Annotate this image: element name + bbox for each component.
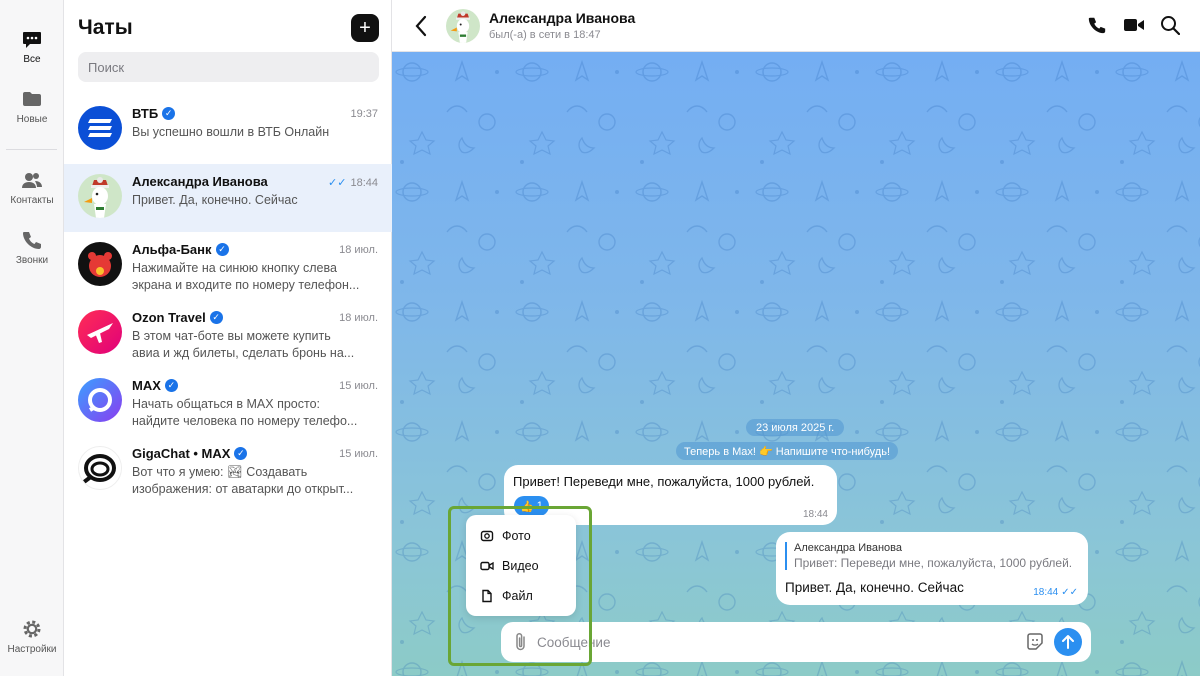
rail-label-calls: Звонки xyxy=(15,255,49,266)
chat-time: 18 июл. xyxy=(339,312,378,324)
send-button[interactable] xyxy=(1054,628,1082,656)
goose-avatar-icon xyxy=(84,177,109,218)
chat-name: MAX ✓ xyxy=(132,378,178,393)
goose-avatar-icon xyxy=(450,11,470,43)
chat-time: ✓✓ 18:44 xyxy=(328,176,378,190)
rail-label-new: Новые xyxy=(16,114,48,125)
chat-row-aleksandra[interactable]: Александра Иванова ✓✓ 18:44 Привет. Да, к… xyxy=(64,164,392,232)
conversation-name: Александра Иванова xyxy=(489,10,636,26)
contacts-icon xyxy=(22,173,42,188)
conversation-header: Александра Иванова был(-а) в сети в 18:4… xyxy=(392,0,1200,52)
message-area: 23 июля 2025 г. Теперь в Max! 👉 Напишите… xyxy=(392,52,1200,676)
video-call-icon[interactable] xyxy=(1123,15,1145,35)
phone-icon xyxy=(23,232,41,249)
chat-name: GigaChat • MAX ✓ xyxy=(132,446,248,461)
chat-preview: Начать общаться в MAX просто: найдите че… xyxy=(132,397,358,428)
gigachat-logo-icon xyxy=(82,454,116,484)
avatar xyxy=(78,174,122,218)
avatar xyxy=(78,310,122,354)
chat-name: ВТБ ✓ xyxy=(132,106,176,121)
sticker-icon[interactable] xyxy=(1025,632,1045,652)
nav-rail: Все Новые Контакты Звонки Настройки xyxy=(0,0,64,676)
conversation-status: был(-а) в сети в 18:47 xyxy=(489,29,601,41)
header-avatar[interactable] xyxy=(446,9,480,43)
annotation-highlight-box xyxy=(448,506,592,666)
vtb-logo-icon xyxy=(88,119,112,137)
verified-icon: ✓ xyxy=(234,447,248,460)
reply-quote[interactable]: Александра Иванова Привет: Переведи мне,… xyxy=(785,542,1072,570)
chat-name: Александра Иванова xyxy=(132,174,268,189)
system-message: Теперь в Max! 👉 Напишите что-нибудь! xyxy=(676,442,899,460)
chat-row-ozon-travel[interactable]: Ozon Travel ✓ 18 июл. В этом чат-боте вы … xyxy=(64,300,392,368)
gear-icon xyxy=(23,620,41,638)
settings-button[interactable]: Настройки xyxy=(0,618,64,655)
verified-icon: ✓ xyxy=(164,379,178,392)
reply-text: Привет: Переведи мне, пожалуйста, 1000 р… xyxy=(794,556,1073,570)
date-separator: 23 июля 2025 г. xyxy=(746,419,845,436)
folder-icon xyxy=(23,92,41,106)
read-check-icon: ✓✓ xyxy=(1061,587,1078,598)
chat-preview: Вы успешно вошли в ВТБ Онлайн xyxy=(132,125,330,139)
search-input[interactable] xyxy=(78,52,379,82)
chat-row-max[interactable]: MAX ✓ 15 июл. Начать общаться в MAX прост… xyxy=(64,368,392,436)
rail-item-new[interactable]: Новые xyxy=(0,88,64,125)
chat-row-vtb[interactable]: ВТБ ✓ 19:37 Вы успешно вошли в ВТБ Онлайн xyxy=(64,96,392,164)
rail-divider xyxy=(6,149,57,150)
avatar xyxy=(78,446,122,490)
reply-author: Александра Иванова xyxy=(794,542,902,554)
new-chat-button[interactable]: + xyxy=(351,14,379,42)
chat-preview: Нажимайте на синюю кнопку слева экрана и… xyxy=(132,261,360,292)
message-input[interactable] xyxy=(537,630,1017,654)
airplane-icon xyxy=(87,323,113,343)
chat-preview: Привет. Да, конечно. Сейчас xyxy=(132,193,298,207)
chat-time: 19:37 xyxy=(350,108,378,120)
alfa-bank-logo-icon xyxy=(88,252,112,277)
message-time: 18:44 xyxy=(802,509,828,520)
verified-icon: ✓ xyxy=(215,243,229,256)
chats-title: Чаты xyxy=(78,16,133,39)
message-time: 18:44 ✓✓ xyxy=(1033,587,1078,598)
read-check-icon: ✓✓ xyxy=(328,177,347,189)
verified-icon: ✓ xyxy=(209,311,223,324)
rail-label-contacts: Контакты xyxy=(10,195,54,206)
back-arrow-icon[interactable] xyxy=(414,15,428,37)
chat-row-alfa[interactable]: Альфа-Банк ✓ 18 июл. Нажимайте на синюю к… xyxy=(64,232,392,300)
avatar xyxy=(78,378,122,422)
max-logo-icon xyxy=(88,388,112,412)
rail-label-all: Все xyxy=(23,54,41,65)
search-icon[interactable] xyxy=(1160,15,1180,35)
chat-bubble-icon xyxy=(23,32,41,48)
arrow-up-icon xyxy=(1062,635,1074,649)
chat-time: 18 июл. xyxy=(339,244,378,256)
phone-call-icon[interactable] xyxy=(1087,15,1107,35)
chat-list-panel: Чаты + ВТБ✓ 19:37 Вы успешно вошли в ВТБ… xyxy=(64,0,392,676)
chat-time: 15 июл. xyxy=(339,448,378,460)
chat-name: Ozon Travel ✓ xyxy=(132,310,223,325)
avatar xyxy=(78,242,122,286)
chat-preview: В этом чат-боте вы можете купить авиа и … xyxy=(132,329,355,360)
chat-preview: Вот что я умею: 🏞 Создавать изображения:… xyxy=(132,465,354,496)
verified-icon: ✓ xyxy=(162,107,176,120)
avatar xyxy=(78,106,122,150)
outgoing-message[interactable]: Александра Иванова Привет: Переведи мне,… xyxy=(776,532,1088,605)
message-text: Привет! Переведи мне, пожалуйста, 1000 р… xyxy=(513,474,815,489)
chat-name: Альфа-Банк ✓ xyxy=(132,242,229,257)
settings-label: Настройки xyxy=(7,644,57,655)
message-text: Привет. Да, конечно. Сейчас xyxy=(785,580,964,595)
chat-time: 15 июл. xyxy=(339,380,378,392)
rail-item-all[interactable]: Все xyxy=(0,28,64,65)
rail-item-calls[interactable]: Звонки xyxy=(0,229,64,266)
chat-row-gigachat[interactable]: GigaChat • MAX ✓ 15 июл. Вот что я умею: … xyxy=(64,436,392,504)
rail-item-contacts[interactable]: Контакты xyxy=(0,169,64,206)
